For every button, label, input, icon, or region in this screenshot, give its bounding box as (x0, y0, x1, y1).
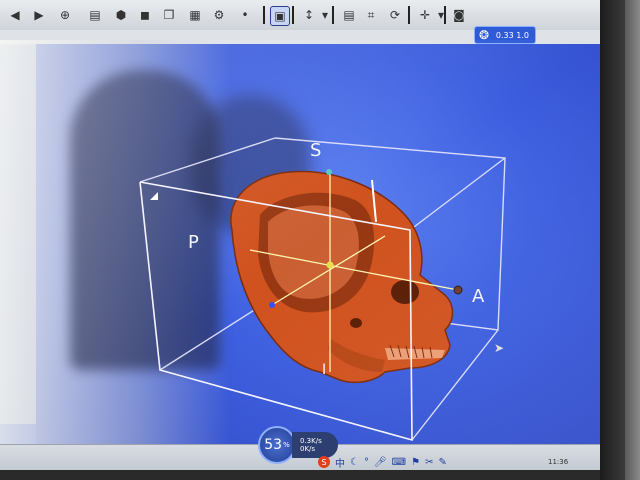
monitor-frame-edge (625, 0, 640, 480)
tools-icon[interactable]: ✎ (438, 457, 446, 468)
ime-mode[interactable]: 中 (335, 455, 345, 470)
mouse-cursor-icon: ➤ (494, 341, 505, 355)
monitor-screen: ◀ ▶ ⊕ ▤ ⬢ ◼ ❐ ▦ ⚙ • ▣ ↕ ▾ ▤ ⌗ ⟳ ✛ ▾ ◙ ❂ … (0, 0, 602, 470)
system-tray: S 中 ☾ ° 🎤︎ ⌨ ⚑ ✂ ✎ (318, 455, 448, 470)
upload-speed: 0.3K/s (300, 437, 322, 445)
cpu-usage-unit: % (283, 441, 290, 449)
orient-label-anterior: A (472, 286, 485, 307)
moon-icon[interactable]: ☾ (350, 457, 359, 468)
shirt-icon[interactable]: ✂ (425, 457, 433, 468)
skin-icon[interactable]: ⚑ (411, 457, 420, 468)
cpu-usage-value: 53 (264, 437, 283, 453)
orient-label-posterior: P (188, 232, 199, 253)
taskbar-clock[interactable]: 11:36 (548, 458, 568, 466)
volume-render (0, 40, 602, 460)
microphone-icon[interactable]: 🎤︎ (374, 457, 387, 468)
keyboard-icon[interactable]: ⌨ (392, 457, 406, 468)
monitor-bezel (600, 0, 640, 480)
download-speed: 0K/s (300, 445, 316, 453)
ime-icon[interactable]: S (318, 456, 330, 468)
orient-label-inferior: I (322, 362, 327, 378)
orient-label-superior: S (310, 140, 322, 161)
punctuation-icon[interactable]: ° (364, 457, 369, 468)
cpu-usage-gauge: 53% (258, 426, 296, 464)
